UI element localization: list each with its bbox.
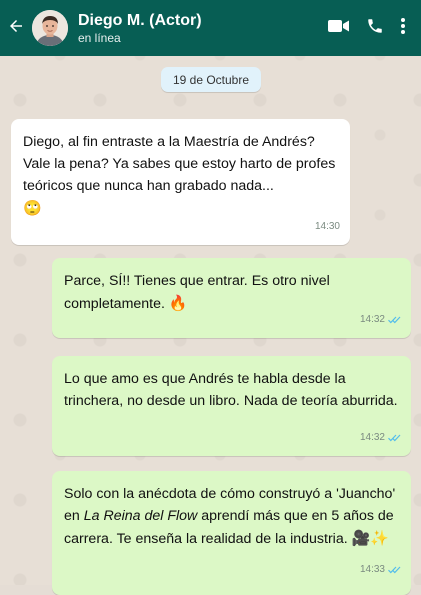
more-options-button[interactable] [393,8,413,48]
read-receipt-icon [388,316,401,324]
message-time: 14:32 [359,432,385,443]
read-receipt-icon [388,566,401,574]
show-title: La Reina del Flow [83,508,198,524]
message-meta: 14:32 [360,309,401,331]
message-meta: 14:30 [315,216,340,238]
voice-call-button[interactable] [357,8,393,48]
contact-name: Diego M. (Actor) [78,11,202,29]
video-call-icon [328,18,350,39]
message-incoming[interactable]: Diego, al fin entraste a la Maestría de … [11,119,350,245]
message-text: Solo con la anécdota de cómo construyó a… [64,486,396,547]
eye-roll-emoji: 🙄 [23,199,42,217]
message-time: 14:30 [314,221,340,232]
contact-info[interactable]: Diego M. (Actor) en línea [78,11,321,46]
message-text: Diego, al fin entraste a la Maestría de … [23,134,336,217]
avatar[interactable] [32,10,68,46]
message-time: 14:33 [359,564,385,575]
more-vert-icon [400,17,406,40]
video-call-button[interactable] [321,8,357,48]
message-text: Parce, SÍ!! Tienes que entrar. Es otro n… [64,273,330,312]
back-button[interactable] [0,0,32,56]
back-arrow-icon [7,17,25,40]
camera-sparkles-emoji: 🎥✨ [351,529,389,547]
message-text: Lo que amo es que Andrés te habla desde … [64,371,398,409]
message-outgoing[interactable]: Parce, SÍ!! Tienes que entrar. Es otro n… [52,258,411,338]
fire-emoji: 🔥 [168,294,188,312]
message-meta: 14:33 [360,559,401,581]
phone-icon [366,17,384,40]
message-time: 14:32 [359,314,385,325]
date-chip: 19 de Octubre [161,67,261,92]
chat-header: Diego M. (Actor) en línea [0,0,421,56]
message-meta: 14:32 [360,427,401,449]
contact-status: en línea [78,30,121,45]
read-receipt-icon [388,434,401,442]
message-outgoing[interactable]: Solo con la anécdota de cómo construyó a… [52,471,411,595]
message-outgoing[interactable]: Lo que amo es que Andrés te habla desde … [52,356,411,456]
